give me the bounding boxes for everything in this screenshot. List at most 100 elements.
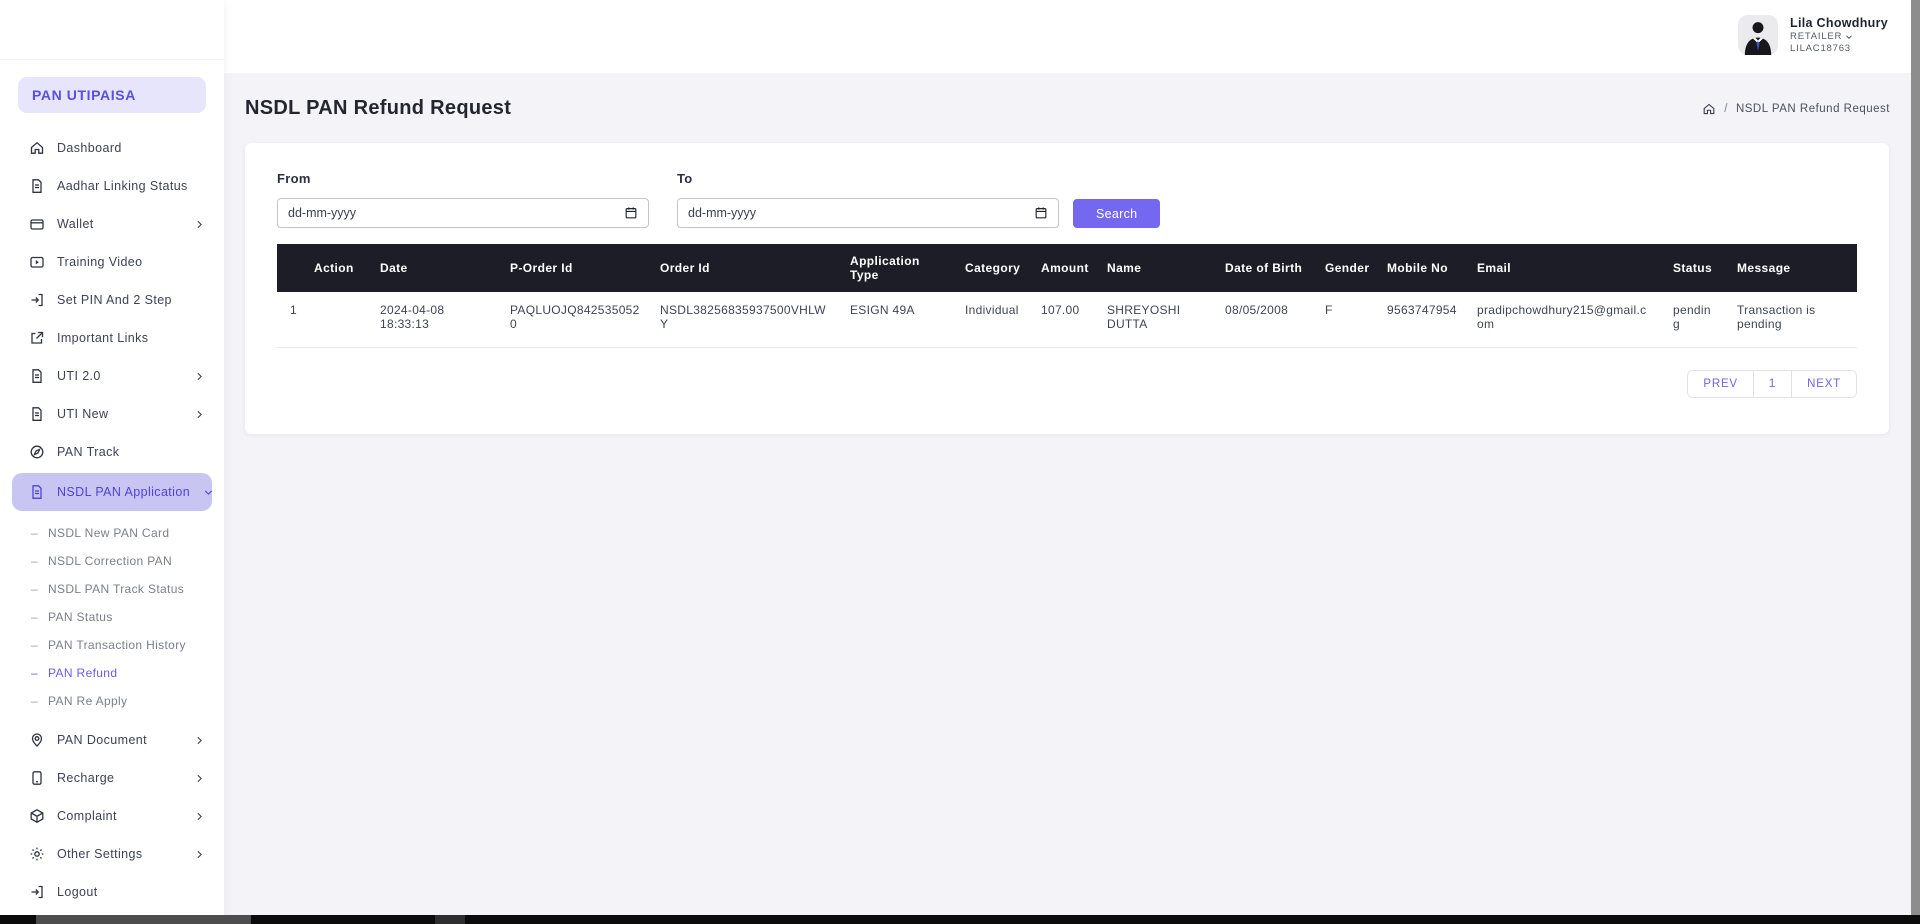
table-cell-order-id: NSDL38256835937500VHLWY (650, 292, 840, 348)
sidebar-item-recharge[interactable]: Recharge (0, 759, 224, 797)
table-cell-application-type: ESIGN 49A (840, 292, 955, 348)
sidebar-item-uti-new[interactable]: UTI New (0, 395, 224, 433)
filter-row: From dd-mm-yyyy To dd-mm-yyyy Search (277, 171, 1857, 228)
sidebar-item-pan-track[interactable]: PAN Track (0, 433, 224, 471)
next-page-button[interactable]: NEXT (1791, 371, 1856, 397)
home-icon[interactable] (1702, 102, 1716, 116)
submenu-item-label: NSDL Correction PAN (48, 554, 173, 568)
sidebar-item-complaint[interactable]: Complaint (0, 797, 224, 835)
user-role: RETAILER (1790, 31, 1888, 42)
horizontal-scrollbar-thumb[interactable] (36, 915, 251, 924)
table-cell-p-order-id: PAQLUOJQ8425350520 (500, 292, 650, 348)
sidebar-item-label: Training Video (57, 255, 143, 269)
table-cell-mobile-no: 9563747954 (1377, 292, 1467, 348)
table-header-cell: Category (955, 244, 1031, 292)
calendar-icon[interactable] (1034, 206, 1048, 220)
sidebar-item-label: PAN Track (57, 445, 120, 459)
table-cell-amount: 107.00 (1031, 292, 1097, 348)
to-date-input[interactable]: dd-mm-yyyy (677, 198, 1059, 228)
pagination: PREV 1 NEXT (1687, 370, 1857, 398)
pagination-row: PREV 1 NEXT (277, 370, 1857, 398)
to-field: To dd-mm-yyyy (677, 171, 1059, 228)
submenu-item-pan-refund[interactable]: – PAN Refund (0, 659, 224, 687)
nsdl-pan-application-submenu: – NSDL New PAN Card – NSDL Correction PAN … (0, 513, 224, 721)
sidebar-item-label: Recharge (57, 771, 115, 785)
page-number-button[interactable]: 1 (1752, 371, 1792, 397)
chevron-right-icon (193, 218, 206, 231)
document-icon (29, 178, 45, 194)
sidebar-item-training-video[interactable]: Training Video (0, 243, 224, 281)
page-title: NSDL PAN Refund Request (245, 97, 512, 119)
table-header-cell: Amount (1031, 244, 1097, 292)
sidebar-item-aadhar-linking-status[interactable]: Aadhar Linking Status (0, 167, 224, 205)
refund-table: Action Date P-Order Id Order Id Applicat… (277, 244, 1857, 348)
dash-marker: – (31, 610, 39, 624)
calendar-icon[interactable] (624, 206, 638, 220)
submenu-item-nsdl-new-pan-card[interactable]: – NSDL New PAN Card (0, 519, 224, 547)
table-header-cell: Date (370, 244, 500, 292)
logout-icon (29, 884, 45, 900)
sidebar-item-uti-2-0[interactable]: UTI 2.0 (0, 357, 224, 395)
sidebar-item-pan-document[interactable]: PAN Document (0, 721, 224, 759)
chevron-right-icon (193, 848, 206, 861)
vertical-scrollbar[interactable] (1911, 0, 1920, 924)
dash-marker: – (31, 526, 39, 540)
table-header-cell: P-Order Id (500, 244, 650, 292)
submenu-item-label: PAN Status (48, 610, 113, 624)
breadcrumb: / NSDL PAN Refund Request (1702, 102, 1890, 116)
sidebar-item-set-pin[interactable]: Set PIN And 2 Step (0, 281, 224, 319)
from-label: From (277, 171, 311, 186)
table-cell-email: pradipchowdhury215@gmail.com (1467, 292, 1663, 348)
wallet-icon (29, 216, 45, 232)
chevron-right-icon (193, 734, 206, 747)
horizontal-scrollbar-thumb-secondary[interactable] (435, 915, 465, 924)
sidebar-item-dashboard[interactable]: Dashboard (0, 129, 224, 167)
table-header-cell: Order Id (650, 244, 840, 292)
from-date-input[interactable]: dd-mm-yyyy (277, 198, 649, 228)
home-icon (29, 140, 45, 156)
document-icon (29, 368, 45, 384)
submenu-item-nsdl-correction-pan[interactable]: – NSDL Correction PAN (0, 547, 224, 575)
submenu-item-nsdl-pan-track-status[interactable]: – NSDL PAN Track Status (0, 575, 224, 603)
horizontal-scrollbar-track[interactable] (0, 915, 1920, 924)
submenu-item-pan-status[interactable]: – PAN Status (0, 603, 224, 631)
sidebar-item-label: Important Links (57, 331, 149, 345)
table-header-cell: Mobile No (1377, 244, 1467, 292)
compass-icon (29, 444, 45, 460)
dash-marker: – (31, 554, 39, 568)
from-field: From dd-mm-yyyy (277, 171, 649, 228)
sidebar-item-label: Logout (57, 885, 98, 899)
avatar (1738, 15, 1779, 55)
sidebar-item-label: NSDL PAN Application (57, 485, 191, 499)
submenu-item-pan-re-apply[interactable]: – PAN Re Apply (0, 687, 224, 715)
prev-page-button[interactable]: PREV (1688, 371, 1753, 397)
sidebar-item-label: Aadhar Linking Status (57, 179, 188, 193)
sidebar-item-logout[interactable]: Logout (0, 873, 224, 911)
to-label: To (677, 171, 693, 186)
submenu-item-label: PAN Transaction History (48, 638, 186, 652)
table-cell-message: Transaction is pending (1727, 292, 1857, 348)
page-head: NSDL PAN Refund Request / NSDL PAN Refun… (224, 73, 1920, 120)
sidebar-item-label: Wallet (57, 217, 94, 231)
table-header-cell: Email (1467, 244, 1663, 292)
sidebar-item-nsdl-pan-application[interactable]: NSDL PAN Application (12, 473, 213, 511)
table-header-cell: Name (1097, 244, 1215, 292)
sidebar-item-wallet[interactable]: Wallet (0, 205, 224, 243)
user-menu[interactable]: Lila Chowdhury RETAILER LILAC18763 (1738, 15, 1888, 55)
refund-request-card: From dd-mm-yyyy To dd-mm-yyyy Search Act… (245, 143, 1889, 434)
chevron-right-icon (193, 370, 206, 383)
submenu-item-pan-transaction-history[interactable]: – PAN Transaction History (0, 631, 224, 659)
main-content: NSDL PAN Refund Request / NSDL PAN Refun… (224, 73, 1920, 915)
table-header-row: Action Date P-Order Id Order Id Applicat… (277, 244, 1857, 292)
external-link-icon (29, 330, 45, 346)
sidebar-item-label: Set PIN And 2 Step (57, 293, 172, 307)
chevron-down-icon (1846, 34, 1853, 39)
submenu-item-label: PAN Refund (48, 666, 118, 680)
sidebar-item-important-links[interactable]: Important Links (0, 319, 224, 357)
search-button[interactable]: Search (1073, 199, 1161, 228)
date-placeholder: dd-mm-yyyy (288, 206, 357, 220)
dash-marker: – (31, 666, 39, 680)
sidebar-logo-area (0, 0, 224, 60)
sidebar-item-other-settings[interactable]: Other Settings (0, 835, 224, 873)
sidebar-nav: Dashboard Aadhar Linking Status Wallet T… (0, 125, 224, 911)
